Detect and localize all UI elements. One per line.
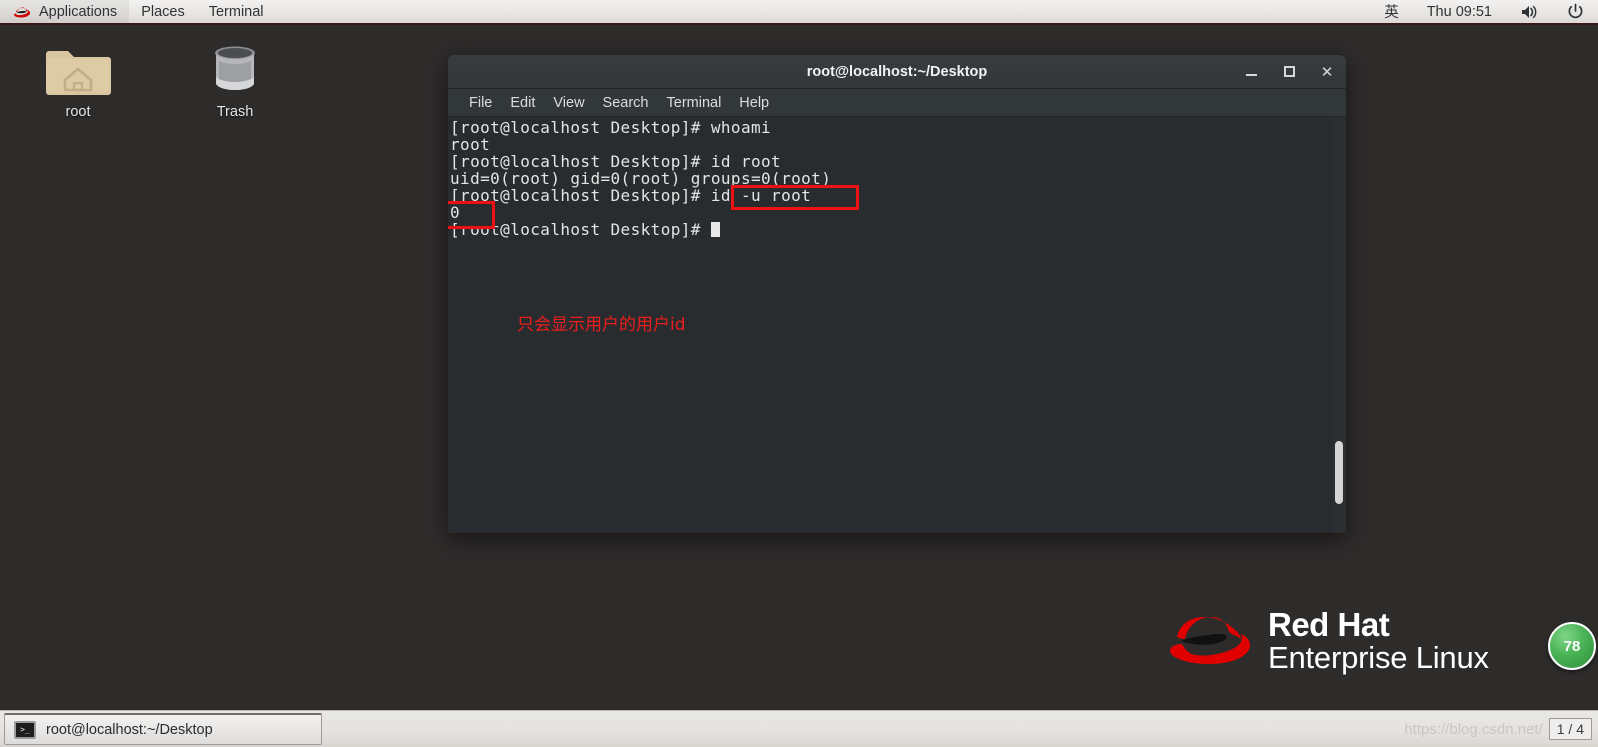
top-panel: Applications Places Terminal 英 Thu 09:51 xyxy=(0,0,1598,25)
top-panel-right: 英 Thu 09:51 xyxy=(1370,0,1598,24)
terminal-scrollbar[interactable] xyxy=(1332,117,1346,533)
taskbar-item-terminal[interactable]: >_ root@localhost:~/Desktop xyxy=(4,713,322,745)
workspace-label: 1 / 4 xyxy=(1556,721,1584,737)
input-method-indicator[interactable]: 英 xyxy=(1370,0,1413,24)
rhel-branding: Red Hat Enterprise Linux xyxy=(1168,608,1489,673)
watermark-text: https://blog.csdn.net/ xyxy=(1404,720,1543,738)
terminal-titlebar[interactable]: root@localhost:~/Desktop ✕ xyxy=(448,55,1346,89)
maximize-button[interactable] xyxy=(1270,55,1308,89)
terminal-scrollbar-thumb[interactable] xyxy=(1335,441,1343,504)
rhel-wordmark: Red Hat Enterprise Linux xyxy=(1268,608,1489,673)
applications-menu[interactable]: Applications xyxy=(0,0,130,24)
close-button[interactable]: ✕ xyxy=(1308,55,1346,89)
volume-icon[interactable] xyxy=(1506,0,1553,24)
terminal-body[interactable]: [root@localhost Desktop]# whoami root [r… xyxy=(448,117,1346,533)
minimize-button[interactable] xyxy=(1232,55,1270,89)
bottom-panel-right: https://blog.csdn.net/ 1 / 4 xyxy=(1404,718,1598,740)
status-badge-label: 78 xyxy=(1563,637,1581,655)
terminal-menu[interactable]: Terminal xyxy=(197,0,276,24)
terminal-window[interactable]: root@localhost:~/Desktop ✕ File Edit Vie… xyxy=(448,55,1346,533)
places-label: Places xyxy=(141,3,185,20)
places-menu[interactable]: Places xyxy=(129,0,197,24)
window-controls: ✕ xyxy=(1232,55,1346,89)
terminal-title: root@localhost:~/Desktop xyxy=(806,63,988,80)
menu-terminal[interactable]: Terminal xyxy=(658,89,731,117)
rhel-line-2: Enterprise Linux xyxy=(1268,639,1489,675)
terminal-label: Terminal xyxy=(208,3,264,20)
bottom-panel: >_ root@localhost:~/Desktop https://blog… xyxy=(0,710,1598,747)
terminal-menubar: File Edit View Search Terminal Help xyxy=(448,89,1346,117)
menu-edit[interactable]: Edit xyxy=(501,89,544,117)
power-icon[interactable] xyxy=(1553,0,1598,24)
menu-search[interactable]: Search xyxy=(594,89,658,117)
close-icon: ✕ xyxy=(1320,63,1334,81)
menu-file[interactable]: File xyxy=(460,89,501,117)
terminal-output: [root@localhost Desktop]# whoami root [r… xyxy=(450,119,831,238)
menu-view[interactable]: View xyxy=(544,89,593,117)
desktop-icon-root-label: root xyxy=(65,104,91,120)
annotation-note: 只会显示用户的用户id xyxy=(517,315,686,335)
minimize-icon xyxy=(1245,74,1257,76)
input-method-label: 英 xyxy=(1384,5,1399,21)
desktop-icon-trash[interactable]: Trash xyxy=(183,38,287,120)
redhat-hat-icon xyxy=(1168,609,1252,672)
redhat-logo-icon xyxy=(12,5,32,19)
clock[interactable]: Thu 09:51 xyxy=(1413,0,1506,24)
workspace-switcher[interactable]: 1 / 4 xyxy=(1548,718,1592,740)
rhel-line-1: Red Hat xyxy=(1268,606,1390,643)
terminal-cursor xyxy=(710,222,720,237)
taskbar-item-label: root@localhost:~/Desktop xyxy=(46,721,213,738)
home-folder-icon xyxy=(43,38,113,98)
desktop-icon-trash-label: Trash xyxy=(216,104,254,120)
menu-help[interactable]: Help xyxy=(730,89,778,117)
clock-label: Thu 09:51 xyxy=(1426,3,1492,20)
desktop-icon-root[interactable]: root xyxy=(26,38,130,120)
trash-icon xyxy=(206,38,264,98)
applications-label: Applications xyxy=(39,3,118,20)
terminal-icon: >_ xyxy=(14,720,36,739)
desktop-screen: Applications Places Terminal 英 Thu 09:51 xyxy=(0,0,1598,747)
maximize-icon xyxy=(1283,66,1295,77)
terminal-output-text: [root@localhost Desktop]# whoami root [r… xyxy=(450,118,832,239)
status-badge[interactable]: 78 xyxy=(1548,622,1596,670)
